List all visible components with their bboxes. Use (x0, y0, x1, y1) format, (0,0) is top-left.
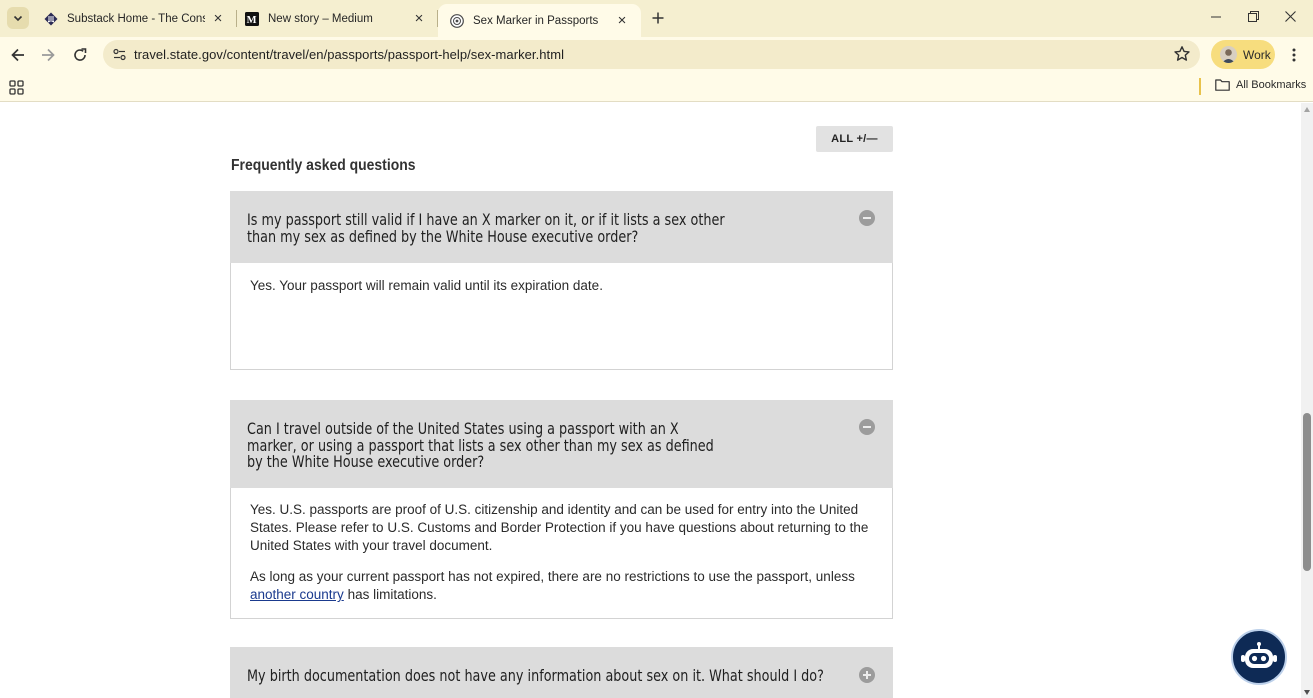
site-info-icon[interactable] (112, 47, 127, 62)
tab-search-button[interactable] (7, 7, 29, 29)
browser-toolbar: travel.state.gov/content/travel/en/passp… (0, 37, 1313, 72)
faq-question-header[interactable]: Can I travel outside of the United State… (230, 400, 893, 488)
faq-question-header[interactable]: Is my passport still valid if I have an … (230, 191, 893, 263)
faq-question-text: Can I travel outside of the United State… (247, 419, 714, 471)
substack-icon (44, 12, 58, 26)
faq-item: Is my passport still valid if I have an … (230, 191, 893, 370)
faq-answer-text: Yes. U.S. passports are proof of U.S. ci… (250, 502, 869, 553)
tab-title: Substack Home - The Conscientious (67, 12, 205, 25)
faq-question-text: My birth documentation does not have any… (247, 666, 824, 685)
bookmarks-divider (1199, 78, 1201, 95)
folder-icon (1215, 79, 1230, 91)
tab-substack[interactable]: Substack Home - The Conscientious × (32, 0, 237, 37)
another-country-link[interactable]: another country (250, 587, 344, 602)
reload-button[interactable] (69, 44, 91, 66)
all-toggle-label: ALL (831, 133, 854, 145)
answer-text-segment: As long as your current passport has not… (250, 569, 855, 584)
back-button[interactable] (7, 44, 29, 66)
page-scrollbar[interactable] (1301, 103, 1313, 698)
collapse-icon[interactable] (859, 419, 875, 435)
robot-icon (1241, 642, 1277, 668)
close-tab-icon[interactable]: × (613, 12, 631, 30)
minimize-icon (1211, 16, 1221, 17)
new-tab-button[interactable] (648, 8, 668, 28)
faq-heading: Frequently asked questions (231, 157, 416, 174)
more-vert-icon (1292, 48, 1296, 62)
scrollbar-thumb[interactable] (1303, 413, 1311, 571)
tab-sex-marker[interactable]: Sex Marker in Passports × (438, 4, 641, 37)
plus-icon (652, 12, 664, 24)
browser-menu-button[interactable] (1284, 44, 1304, 66)
faq-question-text: Is my passport still valid if I have an … (247, 210, 725, 246)
back-arrow-icon (11, 48, 24, 62)
plus-minus-icon: +/— (856, 133, 878, 145)
all-bookmarks-button[interactable]: All Bookmarks (1215, 79, 1306, 91)
answer-text-segment: has limitations. (343, 587, 437, 602)
svg-text:M: M (247, 15, 257, 26)
tab-medium[interactable]: M New story – Medium × (233, 0, 438, 37)
tab-strip: Substack Home - The Conscientious × M Ne… (0, 0, 1313, 37)
avatar (1220, 46, 1237, 63)
scroll-up-arrow-icon[interactable] (1304, 107, 1310, 112)
page-viewport: ALL +/— Frequently asked questions Is my… (0, 103, 1301, 698)
chatbot-button[interactable] (1231, 629, 1287, 685)
faq-question-header[interactable]: My birth documentation does not have any… (230, 647, 893, 698)
expand-icon[interactable] (859, 667, 875, 683)
state-seal-icon (450, 13, 464, 28)
faq-answer-text: Yes. Your passport will remain valid unt… (250, 278, 603, 293)
forward-arrow-icon (42, 48, 55, 62)
tab-title: New story – Medium (268, 12, 373, 25)
close-icon (1284, 11, 1296, 22)
profile-button[interactable]: Work (1211, 40, 1275, 69)
close-tab-icon[interactable]: × (410, 10, 428, 28)
close-tab-icon[interactable]: × (209, 10, 227, 28)
faq-answer: Yes. U.S. passports are proof of U.S. ci… (230, 488, 893, 619)
restore-icon (1247, 11, 1259, 22)
bookmark-star-icon[interactable] (1173, 45, 1191, 63)
close-window-button[interactable] (1267, 0, 1313, 33)
expand-collapse-all-button[interactable]: ALL +/— (816, 126, 893, 152)
apps-grid-icon[interactable] (9, 80, 24, 95)
url-text: travel.state.gov/content/travel/en/passp… (134, 47, 565, 62)
collapse-icon[interactable] (859, 210, 875, 226)
faq-item: My birth documentation does not have any… (230, 647, 893, 698)
bookmarks-bar: All Bookmarks (0, 72, 1313, 102)
reload-icon (74, 48, 87, 61)
medium-icon: M (245, 11, 259, 26)
address-bar[interactable]: travel.state.gov/content/travel/en/passp… (103, 40, 1200, 69)
all-bookmarks-label: All Bookmarks (1236, 79, 1307, 91)
scroll-down-arrow-icon[interactable] (1304, 690, 1310, 695)
faq-answer: Yes. Your passport will remain valid unt… (230, 263, 893, 370)
chevron-down-icon (13, 15, 23, 22)
profile-label: Work (1243, 47, 1271, 62)
faq-answer-text: As long as your current passport has not… (250, 568, 873, 604)
forward-button[interactable] (37, 44, 59, 66)
faq-item: Can I travel outside of the United State… (230, 400, 893, 619)
tab-title: Sex Marker in Passports (473, 14, 599, 27)
